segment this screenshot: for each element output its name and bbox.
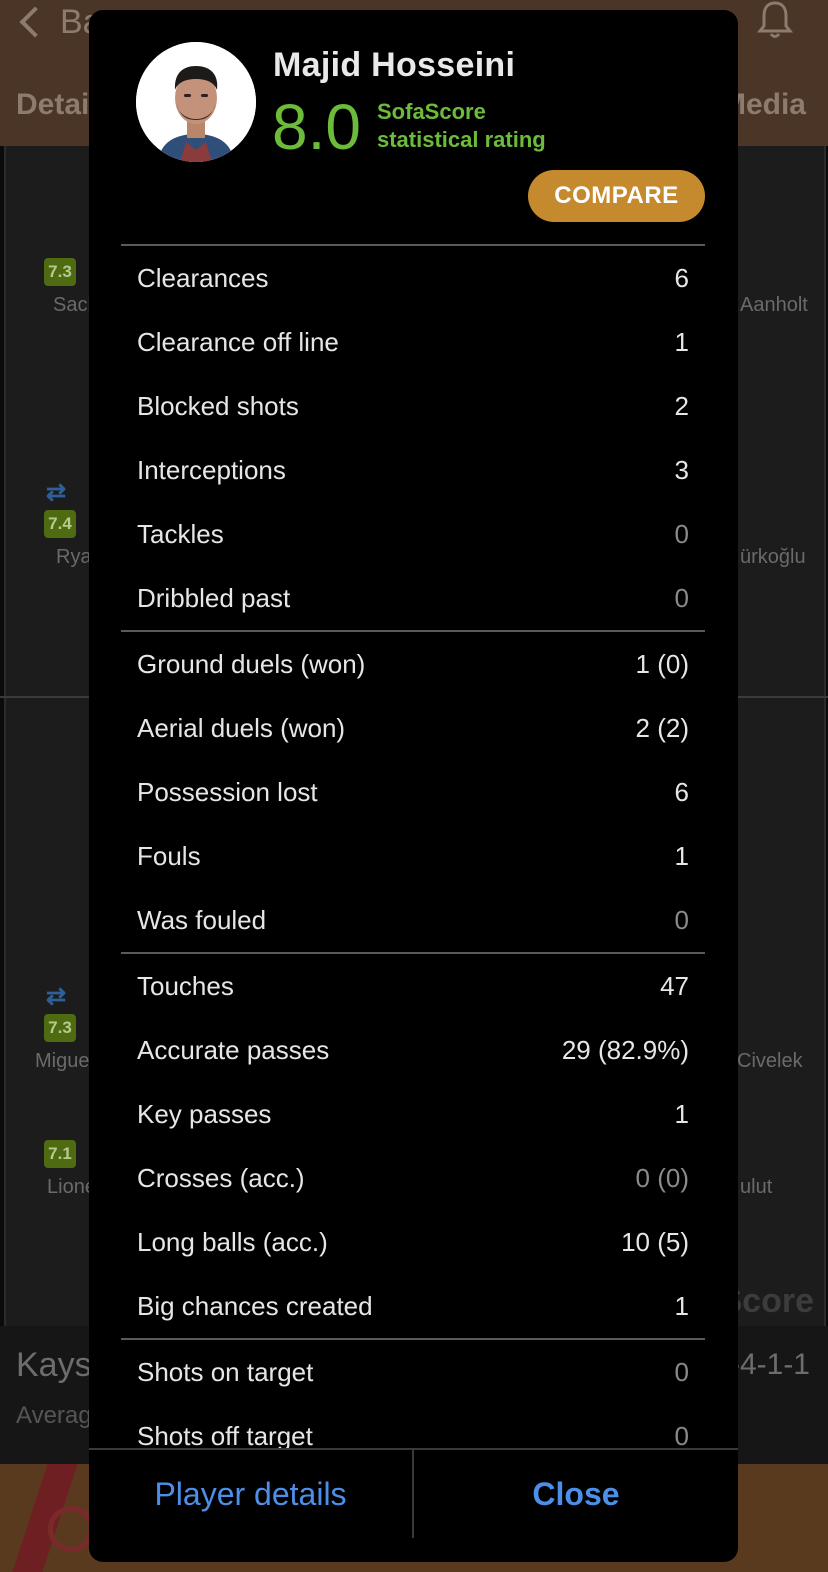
stat-label: Accurate passes — [137, 1034, 330, 1065]
avatar — [136, 42, 256, 162]
stat-label: Ground duels (won) — [137, 648, 366, 679]
stat-label: Shots on target — [137, 1356, 314, 1387]
stat-value: 29 (82.9%) — [561, 1034, 689, 1065]
stat-value: 1 — [674, 1098, 689, 1129]
stat-row: Crosses (acc.) 0 (0) — [121, 1146, 705, 1210]
stat-value: 1 — [674, 1290, 689, 1321]
stat-row: Aerial duels (won) 2 (2) — [121, 696, 705, 760]
player-name-label: ulut — [740, 1176, 773, 1198]
stat-value: 0 — [674, 518, 689, 549]
stats-list[interactable]: Clearances 6 Clearance off line 1 Blocked … — [121, 246, 705, 1448]
stat-value: 2 — [674, 390, 689, 421]
stat-label: Touches — [137, 970, 234, 1001]
stat-label: Clearance off line — [137, 326, 339, 357]
stat-label: Blocked shots — [137, 390, 299, 421]
stat-label: Fouls — [137, 840, 201, 871]
stat-label: Dribbled past — [137, 582, 291, 613]
stat-row: Clearance off line 1 — [121, 310, 705, 374]
substitution-icon: ⇄ — [46, 983, 67, 1010]
compare-button[interactable]: COMPARE — [528, 170, 705, 222]
stat-row: Tackles 0 — [121, 502, 705, 566]
average-label: Averag — [16, 1402, 92, 1429]
stat-row: Blocked shots 2 — [121, 374, 705, 438]
team-logo-icon — [48, 1506, 94, 1552]
rating-label-line2: statistical rating — [377, 127, 546, 152]
stat-row: Key passes 1 — [121, 1082, 705, 1146]
stat-value: 0 — [674, 1356, 689, 1387]
stat-value: 1 — [674, 326, 689, 357]
player-rating-badge: 7.4 — [44, 510, 76, 538]
stat-row: Interceptions 3 — [121, 438, 705, 502]
stat-label: Long balls (acc.) — [137, 1226, 328, 1257]
stat-value: 10 (5) — [621, 1226, 689, 1257]
stat-row: Dribbled past 0 — [121, 566, 705, 630]
player-name-label: ürkoğlu — [740, 546, 806, 568]
player-stats-dialog: Majid Hosseini 8.0 SofaScore statistical… — [89, 10, 738, 1562]
stat-value: 1 (0) — [635, 648, 689, 679]
stat-value: 6 — [674, 262, 689, 293]
bell-icon[interactable] — [756, 0, 794, 40]
stat-label: Aerial duels (won) — [137, 712, 346, 743]
stat-row: Big chances created 1 — [121, 1274, 705, 1338]
stat-label: Key passes — [137, 1098, 272, 1129]
stat-value: 3 — [674, 454, 689, 485]
player-rating-badge: 7.3 — [44, 1014, 76, 1042]
stat-label: Shots off target — [137, 1420, 313, 1449]
stat-row: Clearances 6 — [121, 246, 705, 310]
stat-value: 0 — [674, 1420, 689, 1449]
substitution-icon: ⇄ — [46, 479, 67, 506]
stat-value: 0 — [674, 904, 689, 935]
stat-label: Interceptions — [137, 454, 286, 485]
player-name-label: Aanholt — [740, 294, 808, 316]
stat-row: Touches 47 — [121, 954, 705, 1018]
player-rating-badge: 7.1 — [44, 1140, 76, 1168]
stat-row: Long balls (acc.) 10 (5) — [121, 1210, 705, 1274]
player-name-label: Migue — [35, 1050, 90, 1072]
stat-label: Tackles — [137, 518, 224, 549]
rating-label-line1: SofaScore — [377, 99, 486, 124]
stat-value: 47 — [660, 970, 689, 1001]
stat-label: Crosses (acc.) — [137, 1162, 305, 1193]
player-details-button[interactable]: Player details — [89, 1450, 412, 1538]
stat-label: Was fouled — [137, 904, 267, 935]
player-name-label: Civelek — [737, 1050, 803, 1072]
formation-label: -4-1-1 — [729, 1348, 810, 1381]
stat-label: Big chances created — [137, 1290, 373, 1321]
stat-row: Shots on target 0 — [121, 1340, 705, 1404]
player-rating-badge: 7.3 — [44, 258, 76, 286]
chevron-left-icon — [19, 6, 51, 38]
tab-details[interactable]: Detai — [16, 88, 89, 122]
stat-row: Possession lost 6 — [121, 760, 705, 824]
player-name: Majid Hosseini — [273, 46, 516, 84]
stat-value: 6 — [674, 776, 689, 807]
stat-value: 0 (0) — [635, 1162, 689, 1193]
player-photo-icon — [136, 42, 256, 162]
stat-row: Fouls 1 — [121, 824, 705, 888]
player-rating: 8.0 — [272, 91, 361, 163]
rating-label: SofaScore statistical rating — [377, 98, 597, 154]
stat-value: 1 — [674, 840, 689, 871]
stat-row: Ground duels (won) 1 (0) — [121, 632, 705, 696]
stat-label: Possession lost — [137, 776, 318, 807]
stat-value: 0 — [674, 582, 689, 613]
stat-row: Shots off target 0 — [121, 1404, 705, 1449]
stat-label: Clearances — [137, 262, 269, 293]
stat-row: Was fouled 0 — [121, 888, 705, 952]
stat-value: 2 (2) — [635, 712, 689, 743]
close-button[interactable]: Close — [414, 1450, 738, 1538]
stat-row: Accurate passes 29 (82.9%) — [121, 1018, 705, 1082]
